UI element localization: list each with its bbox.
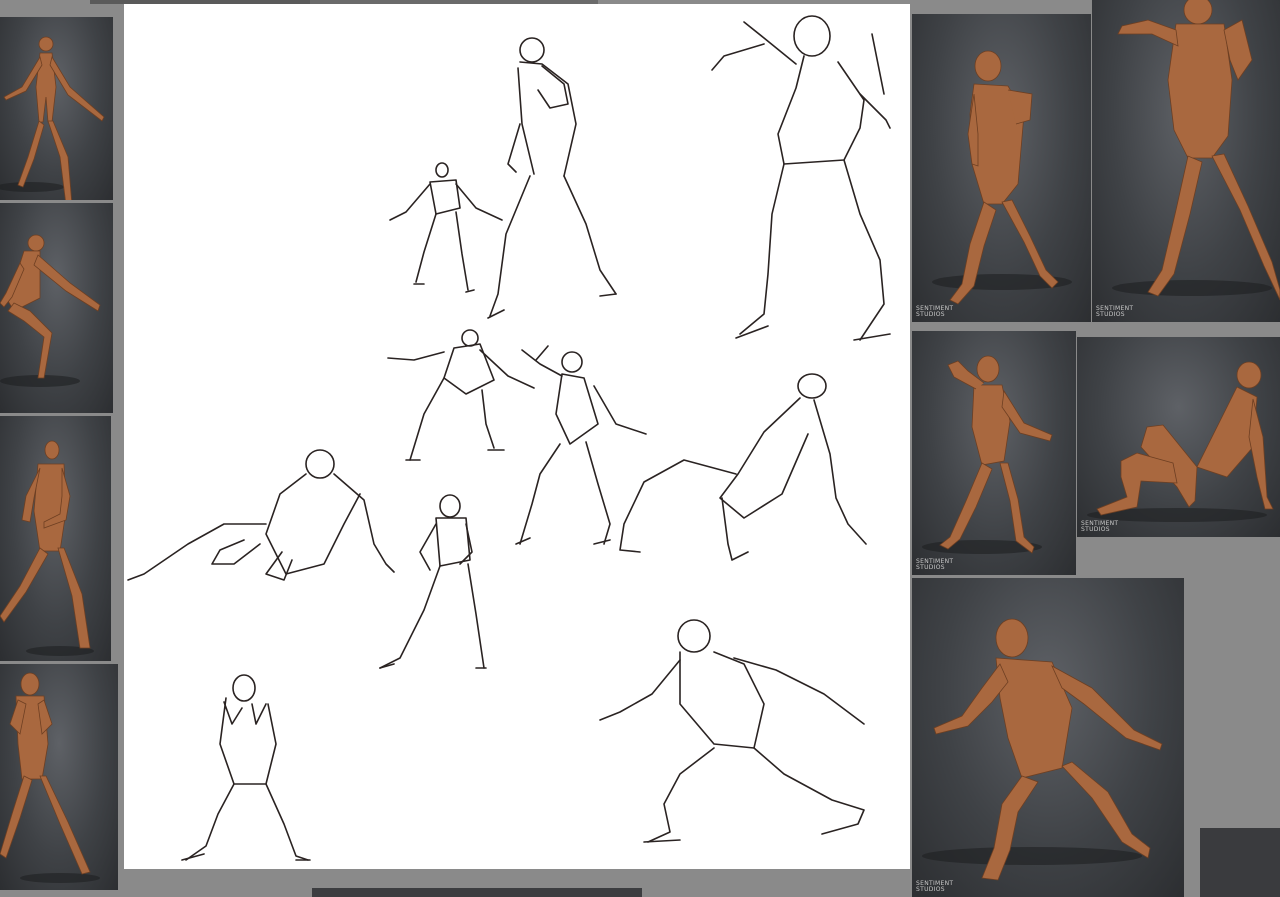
- reference-photo-2[interactable]: [0, 203, 113, 413]
- figure-photo: [0, 672, 100, 883]
- gesture-sketches: [127, 15, 891, 861]
- sketch-figure-6: [619, 373, 867, 561]
- figure-photo: [922, 355, 1053, 554]
- sketch-figure-3: [711, 15, 891, 341]
- reference-photo-9[interactable]: SENTIMENT STUDIOS: [912, 578, 1184, 897]
- reference-photo-4[interactable]: [0, 664, 118, 890]
- sketch-figure-4: [387, 329, 535, 461]
- corner-panel: [1200, 828, 1280, 897]
- studio-logo: SENTIMENT STUDIOS: [1081, 520, 1119, 533]
- reference-photo-7[interactable]: SENTIMENT STUDIOS: [912, 331, 1076, 575]
- sketch-figure-7: [127, 449, 395, 581]
- sketch-figure-9: [181, 674, 311, 861]
- sketch-figure-1: [389, 162, 503, 293]
- drawing-canvas[interactable]: [124, 4, 910, 869]
- figure-photo: [922, 618, 1163, 881]
- sketch-figure-8: [379, 494, 487, 669]
- figure-photo: [1087, 361, 1274, 522]
- bottom-strip: [312, 888, 642, 897]
- reference-photo-8[interactable]: SENTIMENT STUDIOS: [1077, 337, 1280, 537]
- reference-photo-6[interactable]: SENTIMENT STUDIOS: [1092, 0, 1280, 322]
- studio-logo: SENTIMENT STUDIOS: [916, 880, 954, 893]
- studio-logo: SENTIMENT STUDIOS: [1096, 305, 1134, 318]
- sketch-figure-2: [487, 37, 617, 319]
- reference-photo-1[interactable]: [0, 17, 113, 200]
- figure-photo: [0, 440, 94, 656]
- studio-logo: SENTIMENT STUDIOS: [916, 558, 954, 571]
- figure-photo: [932, 50, 1072, 305]
- studio-logo: SENTIMENT STUDIOS: [916, 305, 954, 318]
- reference-photo-3[interactable]: [0, 416, 111, 661]
- figure-photo: [0, 36, 105, 200]
- reference-photo-5[interactable]: SENTIMENT STUDIOS: [912, 14, 1091, 322]
- figure-photo: [1112, 0, 1280, 301]
- figure-photo: [0, 234, 101, 387]
- sketch-figure-5: [515, 345, 647, 545]
- sketch-figure-10: [599, 619, 865, 843]
